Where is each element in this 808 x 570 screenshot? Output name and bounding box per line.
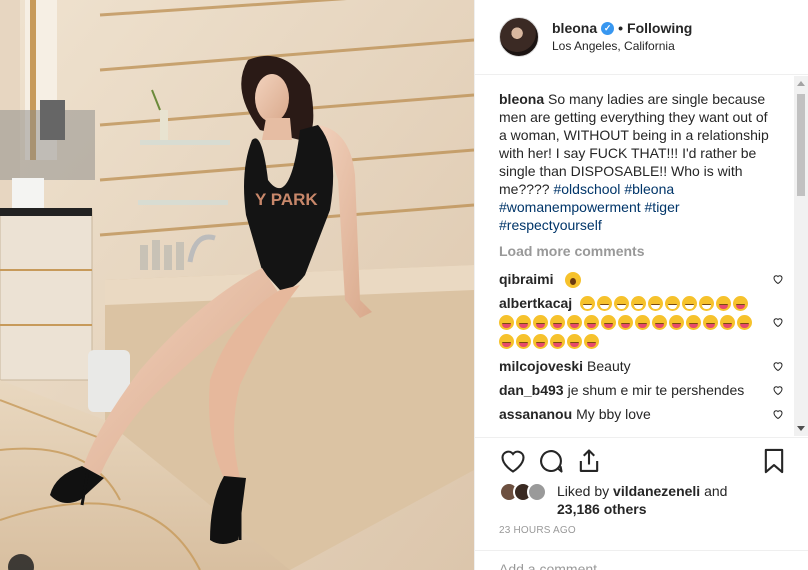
tongue-face-icon — [652, 314, 667, 330]
hashtag-tiger[interactable]: #tiger — [645, 199, 680, 215]
grinning-face-icon — [580, 296, 596, 312]
comment-text: My bby love — [576, 405, 651, 422]
likes-text: Liked by vildanezeneli and 23,186 others — [557, 482, 727, 518]
post-location[interactable]: Los Angeles, California — [552, 37, 692, 55]
heart-icon[interactable] — [772, 360, 784, 372]
tongue-face-icon — [550, 333, 565, 349]
comment-text: je shum e mir te pershendes — [567, 381, 745, 398]
post-actions — [475, 437, 808, 483]
grinning-face-icon — [597, 296, 613, 312]
comment-item: milcojoveski Beauty — [499, 357, 794, 375]
tongue-face-icon — [533, 333, 548, 349]
tongue-face-icon — [733, 296, 749, 312]
header-info: bleona ✓ • Following Los Angeles, Califo… — [552, 19, 692, 55]
tongue-face-icon — [516, 314, 531, 330]
grinning-face-icon — [614, 296, 630, 312]
tongue-face-icon — [703, 314, 718, 330]
post-header: bleona ✓ • Following Los Angeles, Califo… — [475, 0, 808, 75]
following-button[interactable]: Following — [627, 19, 692, 37]
tongue-face-icon — [533, 314, 548, 330]
astonished-face-emoji-icon — [565, 272, 582, 289]
hashtag-oldschool[interactable]: #oldschool — [553, 181, 620, 197]
tongue-face-icon — [584, 333, 599, 349]
share-upload-icon[interactable] — [575, 447, 603, 475]
post-photo[interactable]: Y PARK — [0, 0, 474, 570]
post-caption: bleona So many ladies are single because… — [499, 90, 794, 234]
scrollbar-thumb[interactable] — [797, 94, 805, 196]
bookmark-icon[interactable] — [760, 447, 788, 475]
bathroom-photo-illustration: Y PARK — [0, 0, 474, 570]
tongue-face-icon — [567, 333, 582, 349]
grinning-face-icon — [682, 296, 698, 312]
comment-username[interactable]: assananou — [499, 406, 572, 422]
likes-summary: Liked by vildanezeneli and 23,186 others — [499, 482, 792, 518]
scroll-down-arrow-icon[interactable] — [797, 426, 805, 431]
tongue-face-icon — [550, 314, 565, 330]
tongue-face-icon — [635, 314, 650, 330]
tongue-face-icon — [737, 314, 752, 330]
comment-bubble-icon[interactable] — [537, 447, 565, 475]
tongue-face-icon — [584, 314, 599, 330]
tongue-face-icon — [618, 314, 633, 330]
scroll-up-arrow-icon[interactable] — [797, 81, 805, 86]
tongue-face-icon — [499, 333, 514, 349]
hashtag-womanempowerment[interactable]: #womanempowerment — [499, 199, 641, 215]
liker-avatars[interactable] — [499, 482, 551, 502]
comment-item: albertkacaj — [499, 294, 794, 350]
tongue-face-icon — [669, 314, 684, 330]
liker-avatar — [527, 482, 547, 502]
tongue-face-icon — [686, 314, 701, 330]
grinning-face-icon — [648, 296, 664, 312]
heart-icon[interactable] — [772, 384, 784, 396]
comment-username[interactable]: albertkacaj — [499, 295, 572, 311]
heart-icon[interactable] — [772, 273, 784, 285]
tongue-face-icon — [567, 314, 582, 330]
load-more-comments-button[interactable]: Load more comments — [499, 243, 794, 259]
heart-icon[interactable] — [772, 408, 784, 420]
tongue-face-icon — [716, 296, 732, 312]
hashtag-bleona[interactable]: #bleona — [624, 181, 674, 197]
post-side-panel: bleona ✓ • Following Los Angeles, Califo… — [474, 0, 808, 570]
likes-and-label: and — [704, 483, 728, 499]
svg-text:Y PARK: Y PARK — [255, 190, 318, 209]
verified-badge-icon: ✓ — [601, 21, 615, 35]
likes-count[interactable]: 23,186 others — [557, 501, 647, 517]
liked-by-label: Liked by — [557, 483, 610, 499]
header-username[interactable]: bleona — [552, 19, 597, 37]
like-heart-icon[interactable] — [499, 447, 527, 475]
tongue-face-icon — [601, 314, 616, 330]
comment-username[interactable]: milcojoveski — [499, 358, 583, 374]
tongue-face-icon — [499, 314, 514, 330]
grinning-face-icon — [699, 296, 715, 312]
grinning-face-icon — [631, 296, 647, 312]
liked-by-user[interactable]: vildanezeneli — [613, 483, 700, 499]
comment-text: Beauty — [587, 357, 631, 374]
instagram-post: Y PARK bleona ✓ • Following Los Angeles, — [0, 0, 808, 570]
comments-scrollbar[interactable] — [794, 76, 808, 436]
tongue-face-icon — [720, 314, 735, 330]
hashtag-respectyourself[interactable]: #respectyourself — [499, 217, 602, 233]
comment-username[interactable]: dan_b493 — [499, 382, 564, 398]
comment-item: assananou My bby love — [499, 405, 794, 423]
heart-icon[interactable] — [772, 316, 784, 328]
tongue-face-icon — [516, 333, 531, 349]
add-comment-field[interactable]: Add a comment… — [475, 550, 808, 570]
comment-username[interactable]: qibraimi — [499, 271, 553, 287]
header-separator: • — [618, 20, 624, 36]
avatar[interactable] — [499, 17, 539, 57]
post-timestamp[interactable]: 23 HOURS AGO — [499, 525, 576, 536]
caption-username[interactable]: bleona — [499, 91, 544, 107]
comments-list[interactable]: bleona So many ladies are single because… — [475, 76, 794, 436]
comment-item: qibraimi — [499, 270, 794, 289]
grinning-face-icon — [665, 296, 681, 312]
comment-item: dan_b493 je shum e mir te pershendes — [499, 381, 794, 399]
